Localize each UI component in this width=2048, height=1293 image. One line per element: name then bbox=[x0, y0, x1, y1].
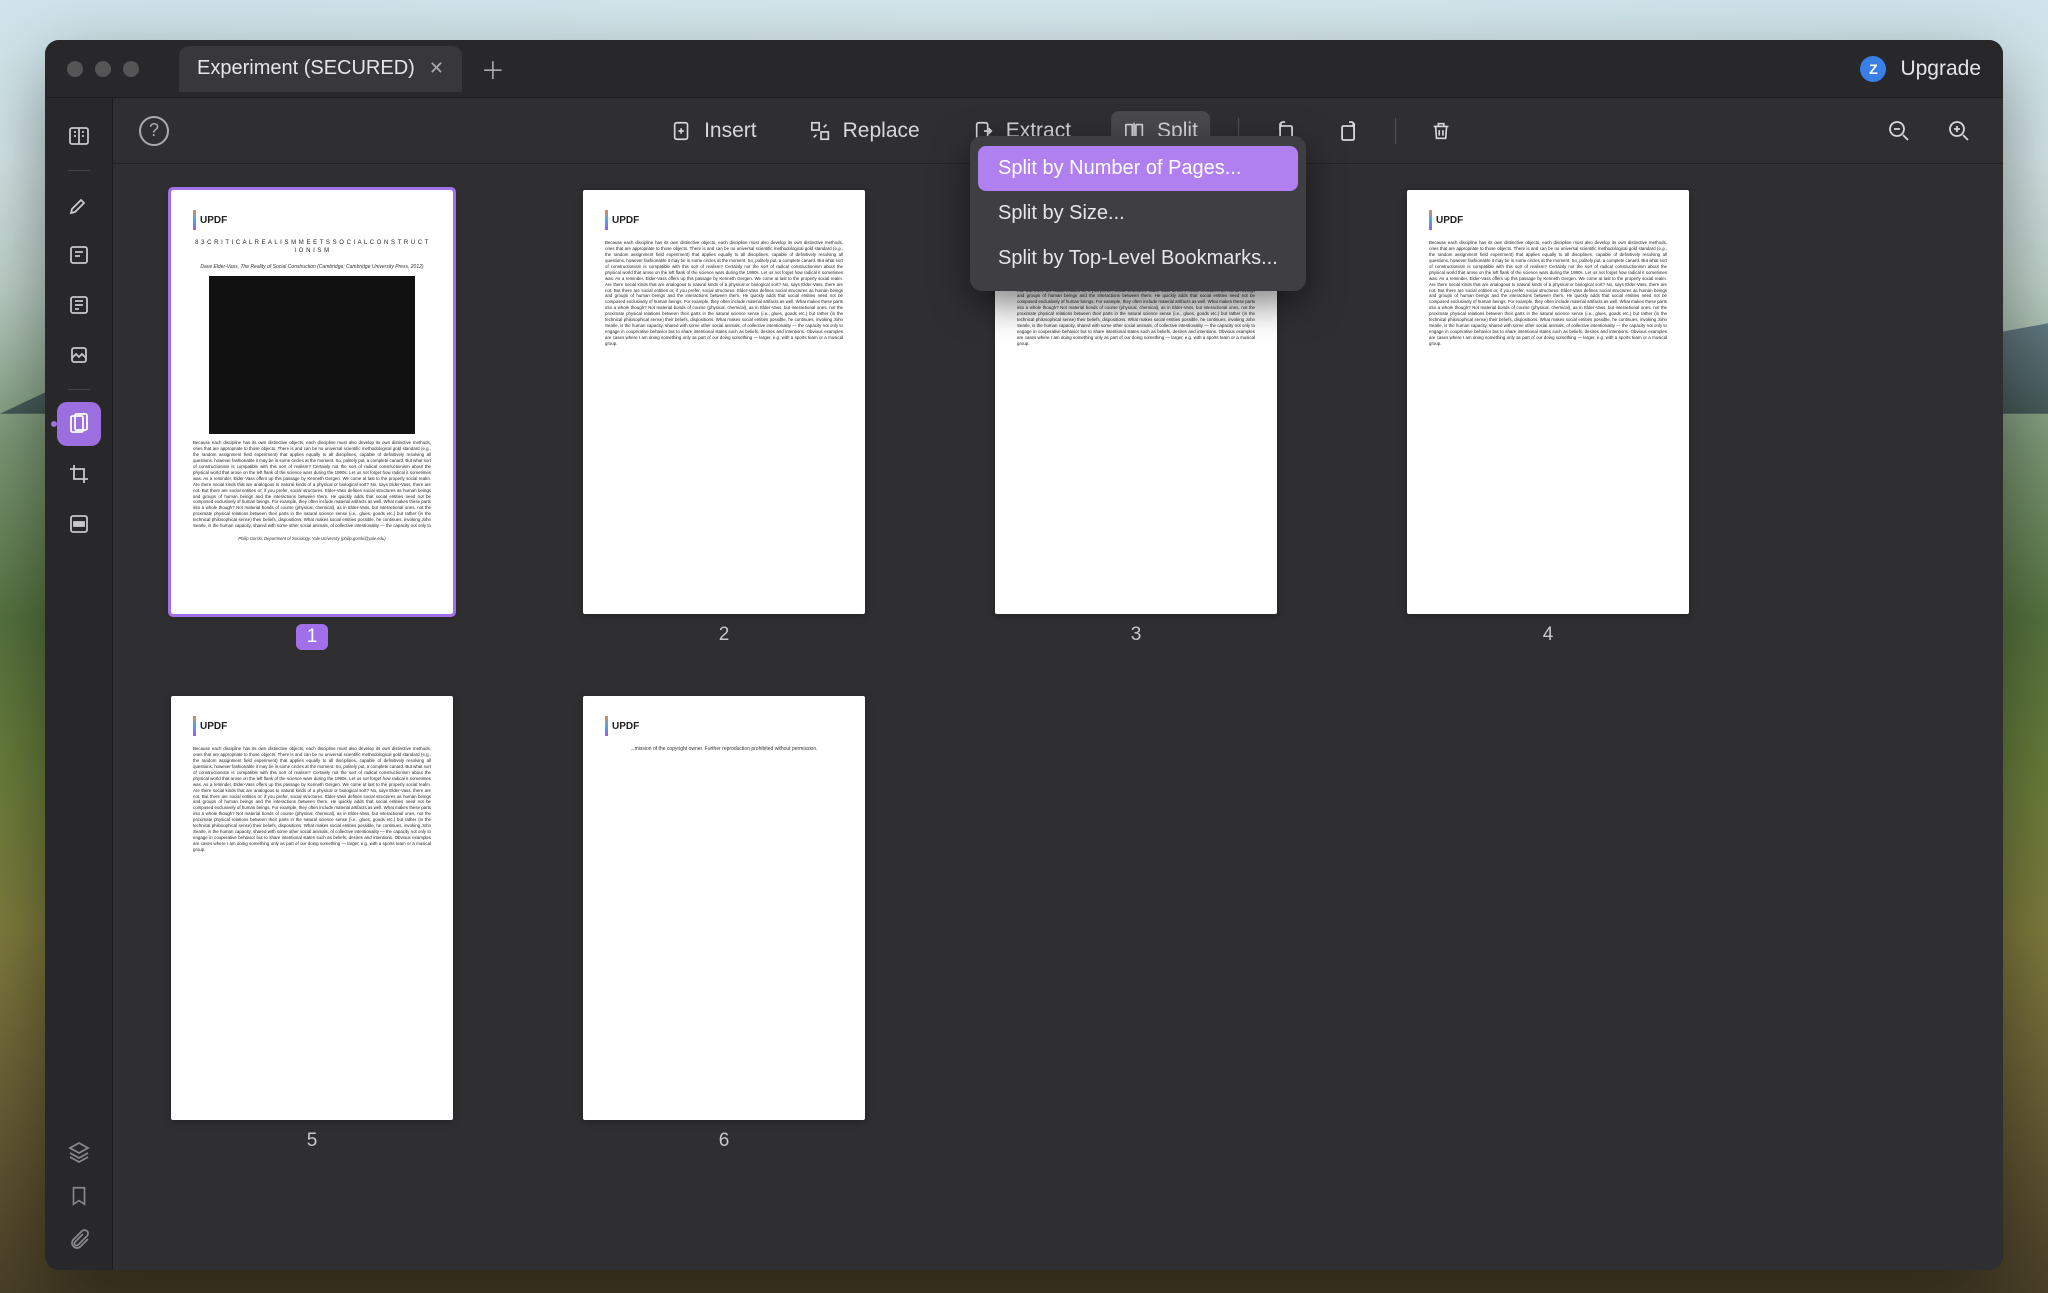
close-window-button[interactable] bbox=[67, 61, 83, 77]
attachment-icon[interactable] bbox=[67, 1228, 91, 1252]
window-controls bbox=[45, 61, 139, 77]
minimize-window-button[interactable] bbox=[95, 61, 111, 77]
page-1-figure bbox=[209, 276, 415, 434]
replace-button[interactable]: Replace bbox=[797, 111, 932, 151]
page-thumb-2[interactable]: UPDF Because each discipline has its own… bbox=[583, 190, 865, 650]
main-panel: ? Insert Replace Extract bbox=[113, 98, 2003, 1270]
page-number: 5 bbox=[307, 1130, 318, 1152]
page-number: 2 bbox=[719, 624, 730, 646]
document-tab[interactable]: Experiment (SECURED) ✕ bbox=[179, 46, 462, 92]
app-window: Experiment (SECURED) ✕ ＋ Z Upgrade bbox=[45, 40, 2003, 1270]
tab-bar: Experiment (SECURED) ✕ ＋ bbox=[179, 40, 510, 97]
insert-button[interactable]: Insert bbox=[658, 111, 769, 151]
active-indicator-dot bbox=[51, 421, 57, 427]
page-number: 4 bbox=[1543, 624, 1554, 646]
annotate-icon[interactable] bbox=[57, 183, 101, 227]
page-thumb-5[interactable]: UPDF Because each discipline has its own… bbox=[171, 696, 453, 1152]
split-by-size-item[interactable]: Split by Size... bbox=[978, 191, 1298, 236]
organize-pages-icon[interactable] bbox=[57, 402, 101, 446]
zoom-in-icon[interactable] bbox=[1941, 113, 1977, 149]
replace-label: Replace bbox=[843, 119, 920, 143]
left-sidebar bbox=[45, 98, 113, 1270]
form-icon[interactable] bbox=[57, 283, 101, 327]
page-thumb-4[interactable]: UPDF Because each discipline has its own… bbox=[1407, 190, 1689, 650]
rotate-right-icon[interactable] bbox=[1331, 113, 1367, 149]
page-thumbnails-area[interactable]: UPDF 8 3 C R I T I C A L R E A L I S M M… bbox=[113, 164, 2003, 1270]
ocr-icon[interactable] bbox=[57, 333, 101, 377]
crop-icon[interactable] bbox=[57, 452, 101, 496]
layers-icon[interactable] bbox=[67, 1140, 91, 1164]
page-number: 3 bbox=[1131, 624, 1142, 646]
delete-icon[interactable] bbox=[1424, 113, 1458, 149]
tab-title: Experiment (SECURED) bbox=[197, 57, 415, 80]
user-avatar[interactable]: Z bbox=[1860, 56, 1886, 82]
page-thumb-6[interactable]: UPDF ...mission of the copyright owner. … bbox=[583, 696, 865, 1152]
toolbar-separator bbox=[1395, 118, 1396, 144]
bookmark-icon[interactable] bbox=[68, 1184, 90, 1208]
split-dropdown: Split by Number of Pages... Split by Siz… bbox=[970, 136, 1306, 291]
page-number: 1 bbox=[296, 624, 329, 650]
reader-mode-icon[interactable] bbox=[57, 114, 101, 158]
split-by-pages-item[interactable]: Split by Number of Pages... bbox=[978, 146, 1298, 191]
edit-text-icon[interactable] bbox=[57, 233, 101, 277]
page-thumb-1[interactable]: UPDF 8 3 C R I T I C A L R E A L I S M M… bbox=[171, 190, 453, 650]
upgrade-button[interactable]: Upgrade bbox=[1900, 57, 1981, 81]
page-number: 6 bbox=[719, 1130, 730, 1152]
close-tab-icon[interactable]: ✕ bbox=[429, 58, 444, 79]
zoom-out-icon[interactable] bbox=[1881, 113, 1917, 149]
split-by-bookmarks-item[interactable]: Split by Top-Level Bookmarks... bbox=[978, 236, 1298, 281]
help-icon[interactable]: ? bbox=[139, 116, 169, 146]
insert-label: Insert bbox=[704, 119, 757, 143]
new-tab-button[interactable]: ＋ bbox=[476, 51, 510, 86]
fullscreen-window-button[interactable] bbox=[123, 61, 139, 77]
redact-icon[interactable] bbox=[57, 502, 101, 546]
titlebar: Experiment (SECURED) ✕ ＋ Z Upgrade bbox=[45, 40, 2003, 98]
